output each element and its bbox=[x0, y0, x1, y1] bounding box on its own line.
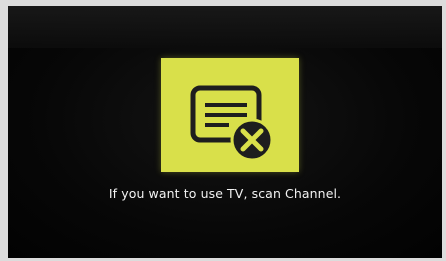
tv-bezel: If you want to use TV, scan Channel. bbox=[0, 0, 446, 261]
screen-top-shadow bbox=[8, 6, 442, 48]
list-with-x-icon bbox=[190, 85, 274, 162]
no-channel-icon bbox=[161, 58, 299, 172]
scan-channel-message: If you want to use TV, scan Channel. bbox=[108, 186, 342, 201]
tv-screen: If you want to use TV, scan Channel. bbox=[8, 6, 442, 258]
